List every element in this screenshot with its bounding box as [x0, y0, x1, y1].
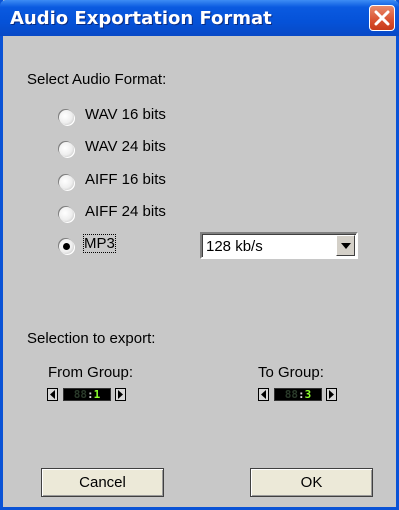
from-group-stepper: 88:1: [47, 388, 137, 403]
window-title: Audio Exportation Format: [10, 8, 272, 29]
chevron-down-icon: [341, 243, 351, 249]
from-group-display: 88:1: [63, 388, 111, 401]
cancel-button[interactable]: Cancel: [41, 468, 164, 497]
radio-aiff24[interactable]: [59, 207, 74, 222]
radio-wav24[interactable]: [59, 142, 74, 157]
to-group-stepper: 88:3: [258, 388, 348, 403]
to-group-increment[interactable]: [326, 388, 337, 401]
radio-wav24-label[interactable]: WAV 24 bits: [85, 138, 166, 155]
arrow-left-icon: [261, 390, 266, 399]
title-bar[interactable]: Audio Exportation Format: [0, 0, 399, 36]
to-group-decrement[interactable]: [258, 388, 269, 401]
radio-wav16[interactable]: [59, 110, 74, 125]
close-icon: [374, 10, 390, 26]
bitrate-value: 128 kb/s: [206, 238, 263, 255]
radio-aiff16[interactable]: [59, 175, 74, 190]
to-group-display: 88:3: [274, 388, 322, 401]
radio-aiff24-label[interactable]: AIFF 24 bits: [85, 203, 166, 220]
to-group-label: To Group:: [258, 364, 324, 381]
from-group-increment[interactable]: [115, 388, 126, 401]
radio-mp3-label[interactable]: MP3: [83, 234, 116, 253]
arrow-left-icon: [50, 390, 55, 399]
arrow-right-icon: [329, 390, 334, 399]
arrow-right-icon: [118, 390, 123, 399]
radio-selected-dot: [63, 243, 70, 250]
from-group-label: From Group:: [48, 364, 134, 381]
radio-wav16-label[interactable]: WAV 16 bits: [85, 106, 166, 123]
radio-mp3[interactable]: [59, 239, 74, 254]
select-format-label: Select Audio Format:: [27, 71, 167, 88]
bitrate-select[interactable]: 128 kb/s: [200, 232, 358, 259]
from-group-decrement[interactable]: [47, 388, 58, 401]
ok-button[interactable]: OK: [250, 468, 373, 497]
close-button[interactable]: [369, 5, 395, 31]
selection-export-label: Selection to export:: [27, 330, 156, 347]
radio-aiff16-label[interactable]: AIFF 16 bits: [85, 171, 166, 188]
bitrate-dropdown-button[interactable]: [336, 235, 355, 256]
